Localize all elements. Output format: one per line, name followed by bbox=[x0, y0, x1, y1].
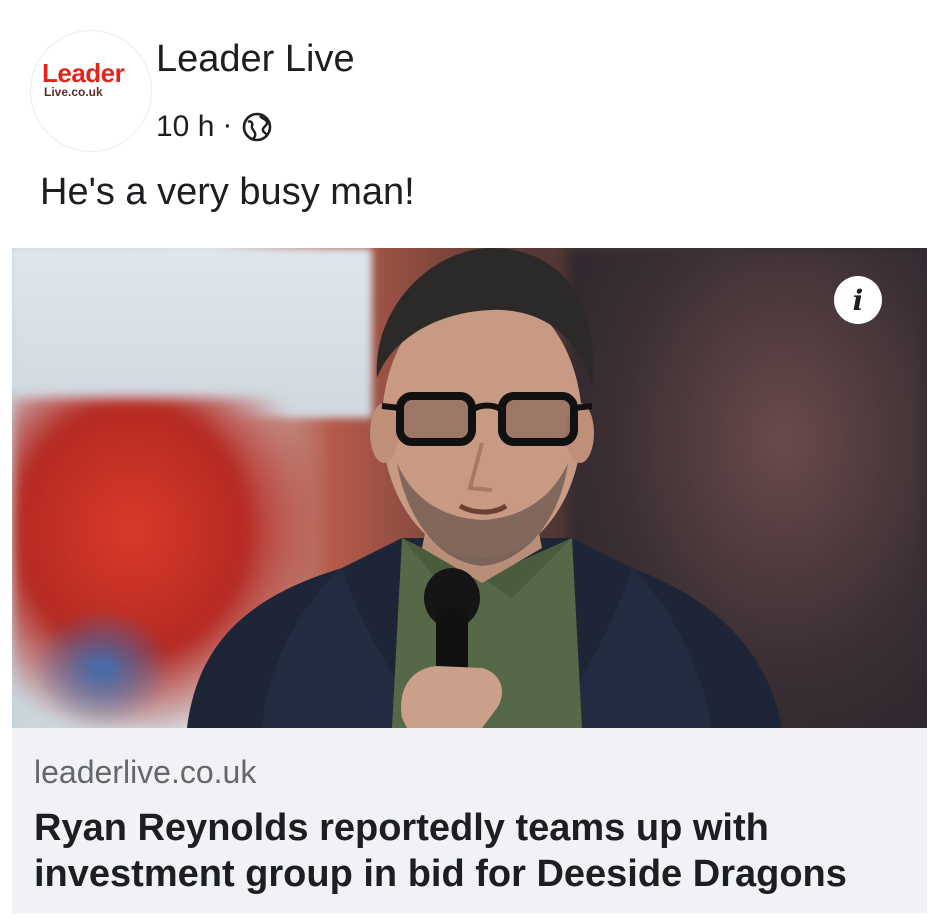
post-meta: 10 h · bbox=[156, 110, 274, 144]
avatar-logo-line2: Live.co.uk bbox=[44, 85, 103, 99]
meta-separator: · bbox=[222, 108, 233, 141]
link-title[interactable]: Ryan Reynolds reportedly teams up with i… bbox=[34, 806, 914, 897]
globe-icon[interactable] bbox=[240, 110, 274, 144]
link-preview-box[interactable]: leaderlive.co.uk Ryan Reynolds reportedl… bbox=[12, 728, 927, 913]
link-preview-image[interactable]: i bbox=[12, 248, 927, 728]
post-timestamp[interactable]: 10 h bbox=[156, 112, 214, 142]
link-domain: leaderlive.co.uk bbox=[34, 754, 257, 790]
person-with-microphone-image bbox=[187, 248, 782, 728]
avatar-logo-line1: Leader bbox=[42, 58, 125, 88]
page-name-link[interactable]: Leader Live bbox=[156, 40, 355, 78]
facebook-post: Leader Live.co.uk Leader Live 10 h · He'… bbox=[0, 0, 946, 921]
page-avatar[interactable]: Leader Live.co.uk bbox=[30, 30, 152, 152]
post-header: Leader Live.co.uk Leader Live 10 h · bbox=[22, 22, 902, 152]
info-icon[interactable]: i bbox=[834, 276, 882, 324]
post-text: He's a very busy man! bbox=[40, 171, 415, 213]
